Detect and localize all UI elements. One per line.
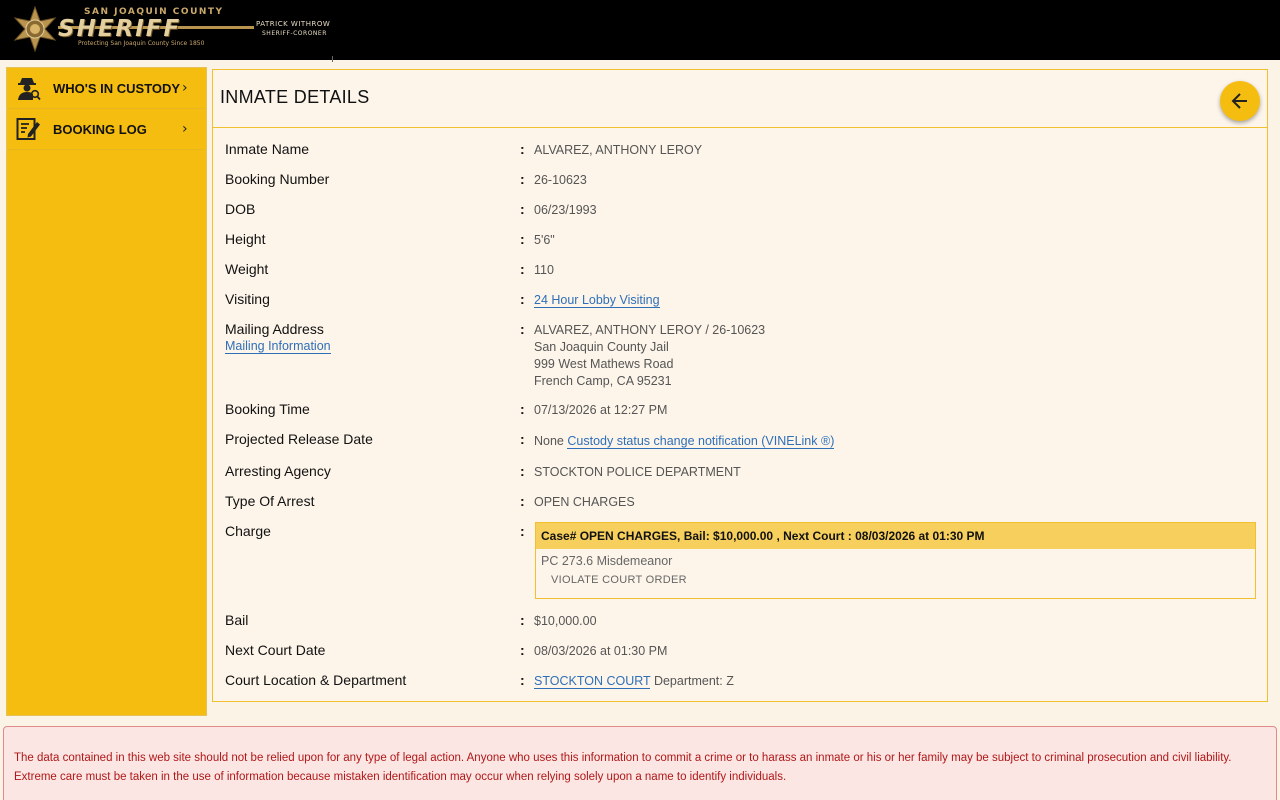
field-label: Type Of Arrest [225,493,315,509]
charge-body: PC 273.6 Misdemeanor VIOLATE COURT ORDER [536,549,1255,591]
field-label: Charge [225,523,271,539]
mailing-line: 999 West Mathews Road [534,357,674,371]
field-colon: : [520,141,525,157]
header-divider [332,56,333,62]
field-label: Mailing Address Mailing Information [225,321,331,354]
field-colon: : [520,321,525,337]
field-colon: : [520,642,525,658]
field-label: Booking Time [225,401,310,417]
mailing-information-link[interactable]: Mailing Information [225,339,331,354]
sheriff-name: PATRICK WITHROW [256,20,331,28]
field-value: 5'6" [534,233,555,247]
vinelink-link[interactable]: Custody status change notification (VINE… [567,434,835,449]
legal-disclaimer: The data contained in this web site shou… [3,726,1277,800]
brand-wordmark: SHERIFF [58,16,182,42]
field-value: ALVAREZ, ANTHONY LEROY [534,143,703,157]
field-value: 08/03/2026 at 01:30 PM [534,644,668,658]
sidebar: WHO'S IN CUSTODY › BOOKING LOG › [6,67,207,716]
field-value: 07/13/2026 at 12:27 PM [534,403,668,417]
field-label: Bail [225,612,249,628]
field-value: 24 Hour Lobby Visiting [534,292,660,309]
field-value: 110 [534,263,554,277]
mailing-address-label: Mailing Address [225,321,324,337]
sheriff-star-icon [13,6,57,52]
field-colon: : [520,261,525,277]
field-value: None Custody status change notification … [534,433,835,450]
inmate-details-panel: INMATE DETAILS Inmate Name : ALVAREZ, AN… [212,69,1268,702]
field-label: Projected Release Date [225,431,373,447]
chevron-right-icon: › [182,80,188,96]
field-label: Booking Number [225,171,330,187]
arrow-left-icon [1231,93,1247,109]
field-label: Court Location & Department [225,672,407,688]
field-value: $10,000.00 [534,614,597,628]
field-value: STOCKTON COURT Department: Z [534,673,734,690]
field-colon: : [520,231,525,247]
logo-motto: Protecting San Joaquin County Since 1850 [78,40,205,47]
field-colon: : [520,201,525,217]
field-colon: : [520,171,525,187]
sidebar-item-label: WHO'S IN CUSTODY [53,80,181,96]
charge-header: Case# OPEN CHARGES, Bail: $10,000.00 , N… [536,523,1255,549]
charge-code: PC 273.6 Misdemeanor [541,554,673,568]
sheriff-name-block: PATRICK WITHROW SHERIFF-CORONER [256,20,330,38]
field-label: Visiting [225,291,270,307]
disclaimer-line: Extreme care must be taken in the use of… [14,771,787,783]
panel-header: INMATE DETAILS [213,70,1267,128]
court-location-link[interactable]: STOCKTON COURT [534,674,651,689]
field-colon: : [520,493,525,509]
field-label: Height [225,231,266,247]
charge-card: Case# OPEN CHARGES, Bail: $10,000.00 , N… [535,522,1256,599]
sheriff-logo[interactable]: SAN JOAQUIN COUNTY SHERIFF Protecting Sa… [6,4,336,56]
field-label: Next Court Date [225,642,326,658]
field-value: 26-10623 [534,173,587,187]
sidebar-item-label: BOOKING LOG [53,121,147,137]
charge-description: VIOLATE COURT ORDER [551,574,687,586]
field-colon: : [520,463,525,479]
visiting-link[interactable]: 24 Hour Lobby Visiting [534,293,660,308]
field-colon: : [520,431,525,447]
sidebar-item-booking-log[interactable]: BOOKING LOG › [7,109,206,150]
field-colon: : [520,401,525,417]
mailing-line: ALVAREZ, ANTHONY LEROY / 26-10623 [534,323,766,337]
page-title: INMATE DETAILS [220,87,370,107]
field-label: Weight [225,261,269,277]
field-value: OPEN CHARGES [534,495,635,509]
mailing-address-value: ALVAREZ, ANTHONY LEROY / 26-10623 San Jo… [534,322,765,390]
back-button[interactable] [1220,81,1260,121]
mailing-line: San Joaquin County Jail [534,340,669,354]
chevron-right-icon: › [182,121,188,137]
field-label: Inmate Name [225,141,310,157]
field-value: 06/23/1993 [534,203,597,217]
field-colon: : [520,612,525,628]
site-header: SAN JOAQUIN COUNTY SHERIFF Protecting Sa… [0,0,1280,60]
court-department: Department: Z [653,674,734,688]
field-label: DOB [225,201,256,217]
notepad-icon [15,116,41,142]
field-colon: : [520,672,525,688]
field-colon: : [520,291,525,307]
field-colon: : [520,523,525,539]
release-value: None [534,434,564,448]
field-label: Arresting Agency [225,463,331,479]
detective-icon [15,75,41,101]
field-value: STOCKTON POLICE DEPARTMENT [534,465,741,479]
sheriff-title: SHERIFF-CORONER [262,30,327,37]
sidebar-item-whos-in-custody[interactable]: WHO'S IN CUSTODY › [7,68,206,109]
mailing-line: French Camp, CA 95231 [534,374,672,388]
disclaimer-line: The data contained in this web site shou… [14,752,1232,764]
